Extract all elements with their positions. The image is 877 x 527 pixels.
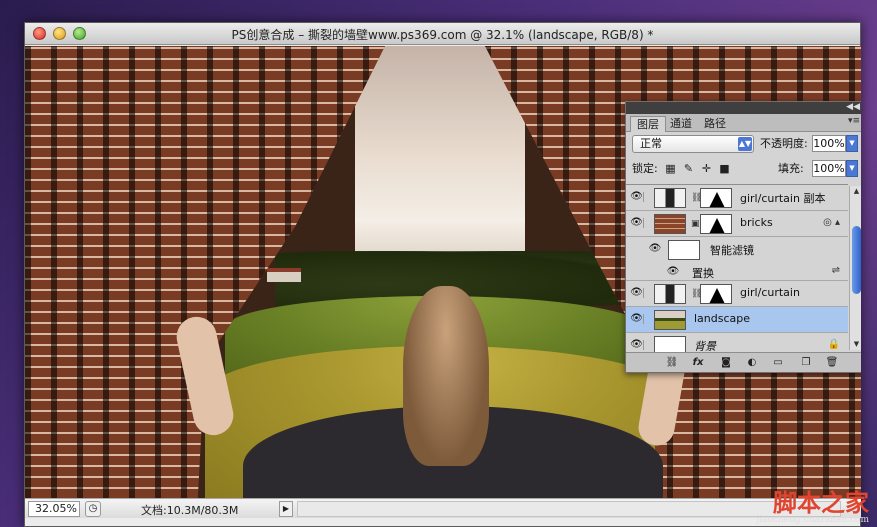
watermark-logo: 脚本之家 [773, 488, 869, 517]
layer-name: landscape [694, 312, 751, 325]
blend-mode-select[interactable]: 正常 ▲▼ [632, 135, 754, 153]
scroll-down-icon[interactable]: ▼ [850, 339, 861, 350]
fill-field[interactable]: 100% [812, 160, 846, 177]
trash-icon[interactable]: 🗑 [824, 356, 840, 370]
panel-header[interactable]: ◀◀ [626, 102, 861, 114]
layer-thumbnail [654, 310, 686, 330]
status-menu-icon[interactable]: ◷ [85, 501, 101, 517]
link-icon[interactable]: ⛓ [664, 356, 680, 370]
lock-transparency-icon[interactable]: ▦ [664, 162, 677, 175]
panel-tabs: 图层 通道 路径 ▾≡ [626, 114, 861, 132]
layer-name: 置换 [692, 267, 714, 280]
layer-name: girl/curtain [740, 286, 800, 299]
panel-menu-icon[interactable]: ▾≡ [848, 116, 860, 126]
layer-name: 背景 [694, 340, 716, 352]
blend-row: 正常 ▲▼ 不透明度: 100% ▼ [632, 135, 858, 155]
zoom-field[interactable]: 32.05% [28, 501, 80, 517]
eye-icon[interactable]: 👁 [666, 267, 680, 277]
eye-icon[interactable]: 👁 [630, 314, 644, 324]
farmhouse [267, 268, 301, 282]
layer-name: bricks [740, 216, 773, 229]
smart-filter-badge-icon[interactable]: ◎ ▴ [823, 217, 840, 228]
eye-icon[interactable]: 👁 [648, 244, 662, 254]
lock-pixels-icon[interactable]: ✎ [682, 162, 695, 175]
filter-options-icon[interactable]: ⇌ [832, 265, 840, 276]
window-title: PS创意合成 – 撕裂的墙壁www.ps369.com @ 32.1% (lan… [231, 28, 654, 42]
layer-name: 智能滤镜 [710, 244, 754, 257]
opacity-dropdown-icon[interactable]: ▼ [846, 135, 858, 152]
opacity-label: 不透明度: [760, 137, 808, 150]
document-info: 文档:10.3M/80.3M [141, 504, 239, 517]
layer-thumbnail [654, 214, 686, 234]
smart-object-icon: ▣ [691, 219, 700, 229]
group-icon[interactable]: ▭ [770, 356, 786, 370]
layers-panel: ◀◀ 图层 通道 路径 ▾≡ 正常 ▲▼ 不透明度: 100% ▼ 锁定: ▦ [625, 101, 861, 373]
panel-footer: ⛓ fx ◙ ◐ ▭ ❐ 🗑 [626, 352, 861, 372]
watermark-url: jiaocheng.chazidian.com [756, 515, 869, 525]
layer-thumbnail [654, 284, 686, 304]
layer-mask-thumbnail[interactable] [700, 214, 732, 234]
fill-dropdown-icon[interactable]: ▼ [846, 160, 858, 177]
chevron-updown-icon: ▲▼ [738, 137, 752, 151]
lock-label: 锁定: [632, 162, 658, 175]
lock-row: 锁定: ▦ ✎ ✛ ■ 填充: 100% ▼ [632, 160, 858, 180]
eye-icon[interactable]: 👁 [630, 288, 644, 298]
layer-row[interactable]: 👁 智能滤镜 [626, 237, 848, 263]
eye-icon[interactable]: 👁 [630, 340, 644, 350]
layer-row[interactable]: 👁 置换 ⇌ [626, 263, 848, 281]
tab-layers[interactable]: 图层 [630, 116, 666, 132]
fx-icon[interactable]: fx [690, 356, 706, 370]
image-canvas[interactable]: ◀◀ 图层 通道 路径 ▾≡ 正常 ▲▼ 不透明度: 100% ▼ 锁定: ▦ [25, 46, 861, 498]
mask-icon[interactable]: ◙ [718, 356, 734, 370]
tab-channels[interactable]: 通道 [664, 116, 698, 132]
layer-row[interactable]: 👁 背景 🔒 [626, 333, 848, 352]
layer-thumbnail [654, 336, 686, 352]
layer-row[interactable]: 👁 ⛓ girl/curtain [626, 281, 848, 307]
layer-thumbnail [654, 188, 686, 208]
fill-label: 填充: [778, 162, 804, 175]
play-arrow-icon[interactable]: ▶ [279, 501, 293, 517]
collapse-icon[interactable]: ◀◀ [846, 102, 860, 113]
scrollbar-thumb[interactable] [852, 226, 861, 294]
layers-list: 👁 ⛓ girl/curtain 副本 👁 ▣ bricks ◎ ▴ 👁 智能滤… [626, 184, 848, 352]
eye-icon[interactable]: 👁 [630, 218, 644, 228]
new-layer-icon[interactable]: ❐ [798, 356, 814, 370]
eye-icon[interactable]: 👁 [630, 192, 644, 202]
layer-mask-thumbnail[interactable] [700, 284, 732, 304]
tab-paths[interactable]: 路径 [698, 116, 732, 132]
layer-mask-thumbnail[interactable] [700, 188, 732, 208]
blend-mode-value: 正常 [640, 137, 662, 150]
opacity-field[interactable]: 100% [812, 135, 846, 152]
lock-position-icon[interactable]: ✛ [700, 162, 713, 175]
lock-all-icon[interactable]: ■ [718, 162, 731, 175]
layer-row[interactable]: 👁 ⛓ girl/curtain 副本 [626, 185, 848, 211]
watermark: 脚本之家 jiaocheng.chazidian.com [756, 488, 869, 526]
layer-row[interactable]: 👁 landscape [626, 307, 848, 333]
status-bar: 32.05% ◷ 文档:10.3M/80.3M ▶ [25, 498, 861, 518]
photoshop-document-window: PS创意合成 – 撕裂的墙壁www.ps369.com @ 32.1% (lan… [24, 22, 861, 527]
scroll-up-icon[interactable]: ▲ [850, 186, 861, 197]
filter-mask-thumbnail[interactable] [668, 240, 700, 260]
adjustment-icon[interactable]: ◐ [744, 356, 760, 370]
layers-scrollbar[interactable]: ▲ ▼ [849, 186, 861, 350]
layer-row[interactable]: 👁 ▣ bricks ◎ ▴ [626, 211, 848, 237]
layer-name: girl/curtain 副本 [740, 192, 826, 205]
title-bar[interactable]: PS创意合成 – 撕裂的墙壁www.ps369.com @ 32.1% (lan… [25, 23, 860, 45]
girl-head [403, 286, 489, 466]
lock-icon: 🔒 [827, 339, 840, 350]
